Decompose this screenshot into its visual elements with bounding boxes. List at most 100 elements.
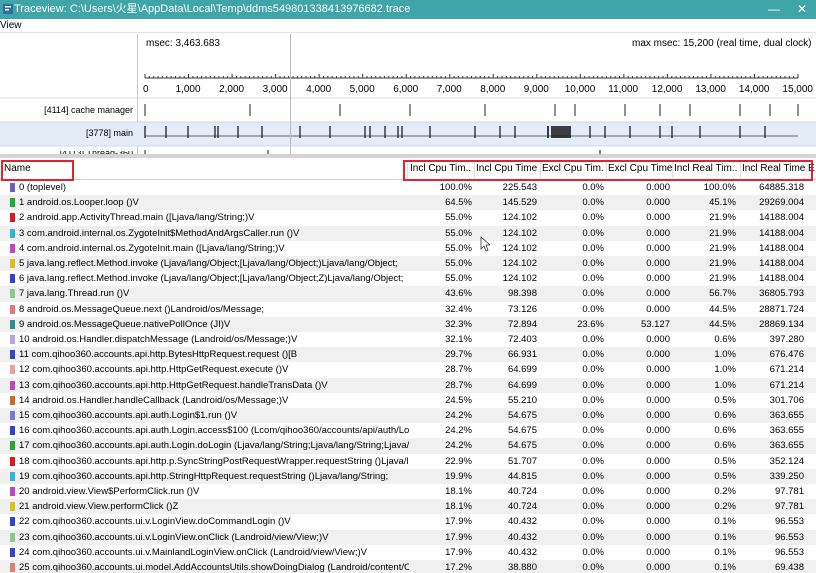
cell-ic: 145.529: [502, 197, 537, 209]
table-row[interactable]: 24 com.qihoo360.accounts.ui.v.MainlandLo…: [0, 545, 816, 560]
cell-ic: 40.724: [507, 501, 537, 513]
table-row[interactable]: 20 android.view.View$PerformClick.run ()…: [0, 484, 816, 499]
cell-ic: 55.210: [507, 394, 537, 406]
timeline-cursor-line[interactable]: [290, 34, 291, 156]
method-name: 15 com.qihoo360.accounts.api.auth.Login$…: [19, 410, 238, 421]
method-name: 5 java.lang.reflect.Method.invoke (Ljava…: [19, 258, 398, 269]
table-row[interactable]: 14 android.os.Handler.handleCallback (La…: [0, 393, 816, 408]
method-color-swatch: [10, 365, 15, 375]
cell-ic: 72.403: [507, 334, 537, 345]
table-row[interactable]: 3 com.android.internal.os.ZygoteInit$Met…: [0, 225, 816, 241]
cell-ic-pct: 18.1%: [445, 501, 472, 513]
table-row[interactable]: 17 com.qihoo360.accounts.api.auth.Login.…: [0, 438, 816, 454]
method-name: 12 com.qihoo360.accounts.api.http.HttpGe…: [19, 364, 289, 376]
table-row[interactable]: 19 com.qihoo360.accounts.api.http.String…: [0, 468, 816, 484]
cell-ec-pct: 0.0%: [582, 303, 604, 315]
table-row[interactable]: 7 java.lang.Thread.run ()V 43.6% 98.398 0.0…: [0, 286, 816, 302]
method-color-swatch: [10, 198, 15, 208]
table-row[interactable]: 25 com.qihoo360.accounts.ui.model.AddAcc…: [0, 560, 816, 573]
table-row[interactable]: 18 com.qihoo360.accounts.api.http.p.Sync…: [0, 454, 816, 469]
cell-ec: 0.000: [646, 258, 670, 269]
cell-ec-pct: 0.0%: [582, 288, 604, 300]
method-name: 19 com.qihoo360.accounts.api.http.String…: [19, 470, 389, 482]
cell-ec-pct: 0.0%: [582, 273, 604, 285]
table-row[interactable]: 8 android.os.MessageQueue.next ()Landroi…: [0, 302, 816, 317]
cell-ic-pct: 17.2%: [445, 562, 472, 573]
method-color-swatch: [10, 411, 15, 420]
cell-ec-pct: 0.0%: [582, 440, 604, 452]
cell-ic-pct: 32.1%: [445, 334, 472, 345]
cell-ec: 0.000: [646, 334, 670, 345]
cell-ic-pct: 17.9%: [445, 546, 472, 558]
title-bar: Traceview: C:\Users\火星\AppData\Local\Tem…: [0, 0, 816, 19]
cell-ec-pct: 0.0%: [582, 258, 604, 269]
cell-ec: 0.000: [646, 273, 670, 285]
minimize-button[interactable]: —: [762, 0, 786, 19]
cell-ic-pct: 24.5%: [445, 394, 472, 406]
cell-ec-pct: 0.0%: [582, 516, 604, 528]
method-name: 25 com.qihoo360.accounts.ui.model.AddAcc…: [19, 562, 409, 573]
cell-ir: 64885.318: [759, 182, 804, 193]
cell-ir-pct: 0.5%: [714, 394, 736, 406]
cell-ir-pct: 0.1%: [714, 562, 736, 573]
table-row[interactable]: 10 android.os.Handler.dispatchMessage (L…: [0, 332, 816, 347]
cell-ic: 73.126: [507, 303, 537, 315]
cell-ic: 54.675: [507, 410, 537, 421]
cell-ic: 225.543: [502, 182, 537, 193]
cell-ir-pct: 0.1%: [714, 546, 736, 558]
menu-view[interactable]: View: [0, 19, 22, 32]
table-row[interactable]: 1 android.os.Looper.loop ()V 64.5% 145.529…: [0, 195, 816, 211]
cell-ec-pct: 0.0%: [582, 349, 604, 361]
cell-ir: 14188.004: [759, 212, 804, 224]
table-row[interactable]: 0 (toplevel) 100.0% 225.543 0.0% 0.000 100.0%…: [0, 180, 816, 195]
table-row[interactable]: 5 java.lang.reflect.Method.invoke (Ljava…: [0, 256, 816, 272]
cell-ec: 0.000: [646, 242, 670, 254]
table-row[interactable]: 15 com.qihoo360.accounts.api.auth.Login$…: [0, 408, 816, 424]
table-row[interactable]: 12 com.qihoo360.accounts.api.http.HttpGe…: [0, 362, 816, 377]
profile-table[interactable]: Name Incl Cpu Tim... Incl Cpu Time Excl …: [0, 158, 816, 573]
cell-ic: 124.102: [502, 227, 537, 239]
cell-ec-pct: 0.0%: [582, 470, 604, 482]
cell-ic-pct: 100.0%: [439, 182, 472, 193]
table-row[interactable]: 13 com.qihoo360.accounts.api.http.HttpGe…: [0, 377, 816, 393]
method-color-swatch: [10, 304, 15, 314]
table-row[interactable]: 2 android.app.ActivityThread.main ([Ljav…: [0, 210, 816, 225]
method-name: 9 android.os.MessageQueue.nativePollOnce…: [19, 318, 231, 330]
table-row[interactable]: 23 com.qihoo360.accounts.ui.v.LoginView.…: [0, 529, 816, 545]
cell-ic: 64.699: [507, 364, 537, 376]
method-color-swatch: [10, 532, 15, 542]
cell-ec: 0.000: [646, 516, 670, 528]
table-row[interactable]: 22 com.qihoo360.accounts.ui.v.LoginView.…: [0, 514, 816, 529]
cell-ir-pct: 21.9%: [709, 258, 736, 269]
cell-ir: 352.124: [769, 455, 804, 467]
cell-ec: 0.000: [646, 288, 670, 300]
cell-ic: 124.102: [502, 273, 537, 285]
cell-ec-pct: 23.6%: [577, 318, 604, 330]
method-name: 3 com.android.internal.os.ZygoteInit$Met…: [19, 227, 300, 239]
cell-ic-pct: 32.4%: [445, 303, 472, 315]
cell-ic-pct: 24.2%: [445, 440, 472, 452]
table-row[interactable]: 16 com.qihoo360.accounts.api.auth.Login.…: [0, 423, 816, 438]
timeline-graph[interactable]: [0, 34, 816, 156]
cell-ir-pct: 44.5%: [709, 303, 736, 315]
cell-ic: 124.102: [502, 212, 537, 224]
cell-ir: 671.214: [769, 379, 804, 391]
cell-ec: 0.000: [646, 364, 670, 376]
cell-ic: 124.102: [502, 242, 537, 254]
cell-ec: 0.000: [646, 546, 670, 558]
table-row[interactable]: 21 android.view.View.performClick ()Z 18.…: [0, 499, 816, 515]
table-row[interactable]: 6 java.lang.reflect.Method.invoke (Ljava…: [0, 271, 816, 286]
table-row[interactable]: 11 com.qihoo360.accounts.api.http.BytesH…: [0, 347, 816, 363]
close-button[interactable]: ✕: [790, 0, 814, 19]
cell-ir: 36805.793: [759, 288, 804, 300]
cell-ic-pct: 32.3%: [445, 318, 472, 330]
cell-ir-pct: 0.2%: [714, 501, 736, 513]
cell-ec-pct: 0.0%: [582, 486, 604, 497]
table-row[interactable]: 9 android.os.MessageQueue.nativePollOnce…: [0, 316, 816, 332]
cell-ec-pct: 0.0%: [582, 379, 604, 391]
table-row[interactable]: 4 com.android.internal.os.ZygoteInit.mai…: [0, 241, 816, 256]
cell-ir: 97.781: [774, 501, 804, 513]
cell-ir-pct: 45.1%: [709, 197, 736, 209]
cell-ir-pct: 21.9%: [709, 242, 736, 254]
cell-ec: 0.000: [646, 227, 670, 239]
